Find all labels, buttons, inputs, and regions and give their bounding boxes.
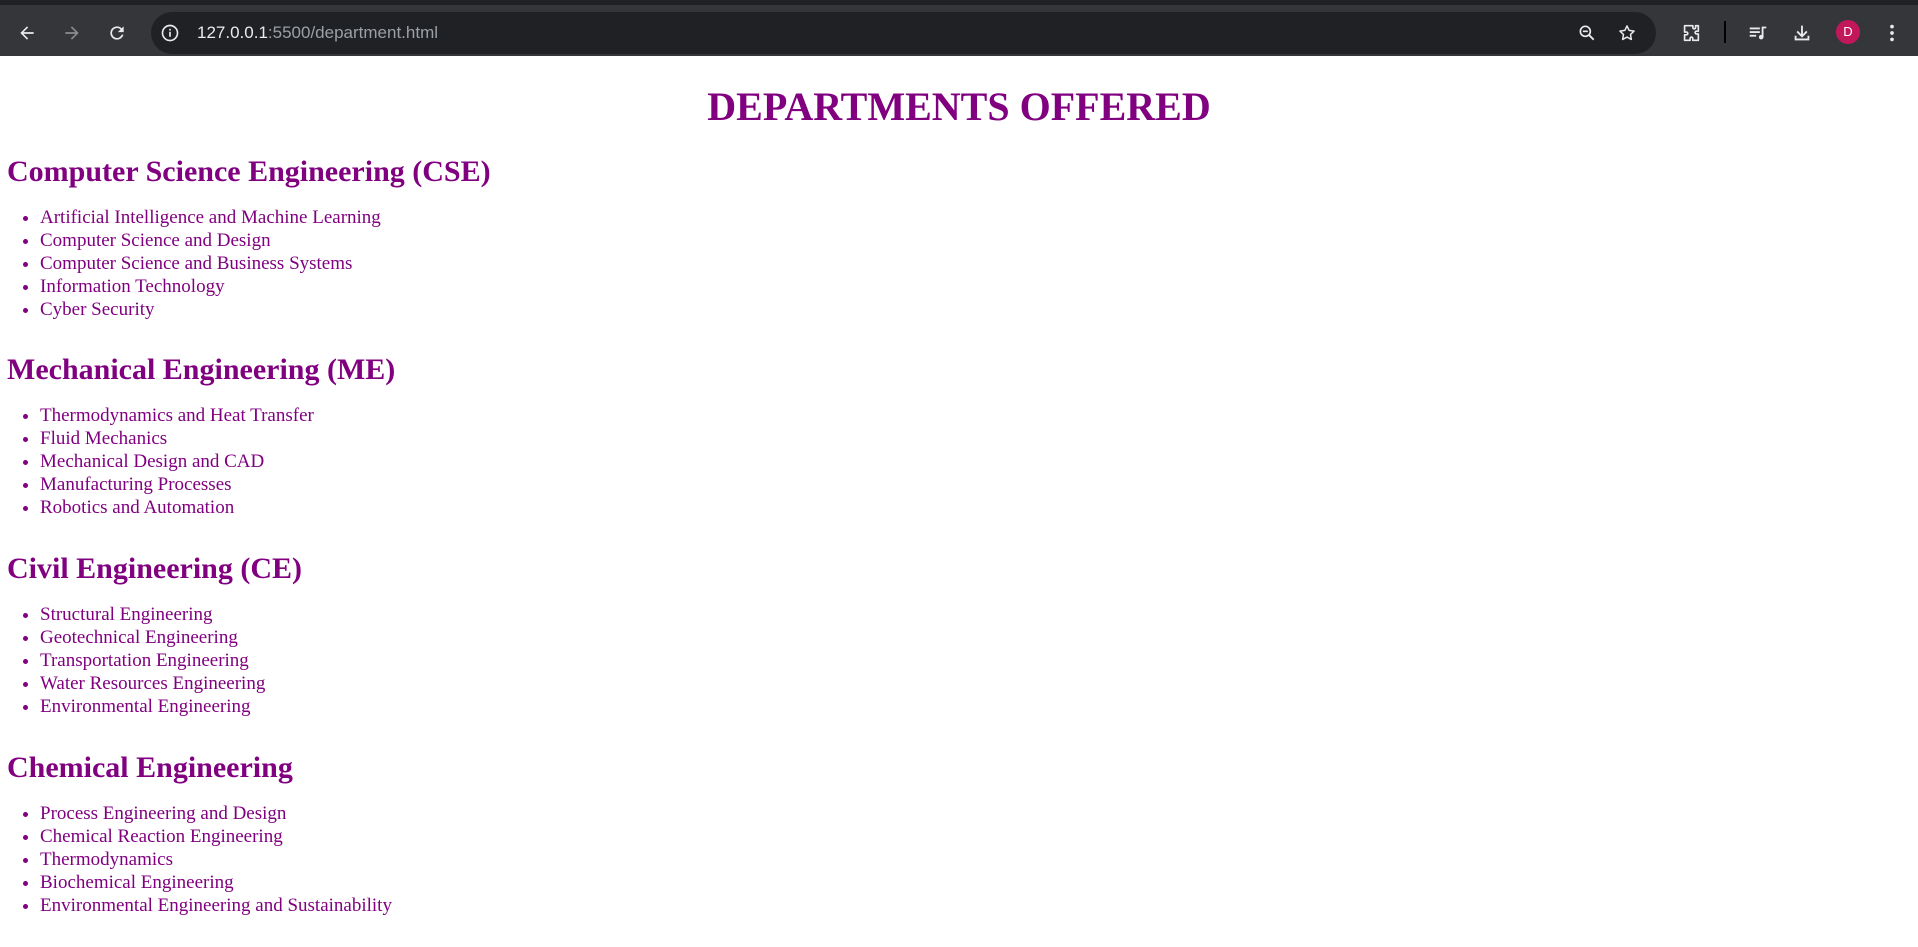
download-icon xyxy=(1794,25,1810,41)
back-button[interactable] xyxy=(12,18,42,48)
list-item: Biochemical Engineering xyxy=(40,871,907,894)
list-item: Water Resources Engineering xyxy=(40,672,907,695)
menu-button[interactable] xyxy=(1879,20,1905,46)
list-item: Artificial Intelligence and Machine Lear… xyxy=(40,206,907,229)
department-ce: Civil Engineering (CE) Structural Engine… xyxy=(7,551,907,718)
puzzle-icon xyxy=(1683,24,1700,42)
department-chemical: Chemical Engineering Process Engineering… xyxy=(7,750,907,917)
list-item: Chemical Reaction Engineering xyxy=(40,825,907,848)
list-item: Thermodynamics xyxy=(40,848,907,871)
extensions-button[interactable] xyxy=(1678,20,1704,46)
media-queue-icon xyxy=(1749,26,1767,40)
specialization-list: Artificial Intelligence and Machine Lear… xyxy=(7,206,907,321)
downloads-button[interactable] xyxy=(1789,20,1815,46)
zoom-out-icon[interactable] xyxy=(1577,23,1597,43)
browser-toolbar: 127.0.0.1:5500/department.html D xyxy=(0,0,1918,56)
list-item: Computer Science and Design xyxy=(40,229,907,252)
list-item: Process Engineering and Design xyxy=(40,802,907,825)
department-title: Civil Engineering (CE) xyxy=(7,552,303,585)
department-cse: Computer Science Engineering (CSE) Artif… xyxy=(7,154,907,321)
list-item: Fluid Mechanics xyxy=(40,427,907,450)
specialization-list: Process Engineering and Design Chemical … xyxy=(7,802,907,917)
list-item: Manufacturing Processes xyxy=(40,473,907,496)
arrow-right-icon xyxy=(65,26,79,40)
list-item: Cyber Security xyxy=(40,298,907,321)
media-button[interactable] xyxy=(1745,20,1771,46)
profile-avatar[interactable]: D xyxy=(1836,20,1860,44)
department-title: Chemical Engineering xyxy=(7,751,293,784)
url-path: :5500/department.html xyxy=(267,23,439,42)
arrow-left-icon xyxy=(20,26,34,40)
specialization-list: Structural Engineering Geotechnical Engi… xyxy=(7,603,907,718)
toolbar-divider xyxy=(1724,21,1726,43)
address-bar[interactable]: 127.0.0.1:5500/department.html xyxy=(151,12,1656,54)
list-item: Computer Science and Business Systems xyxy=(40,252,907,275)
list-item: Structural Engineering xyxy=(40,603,907,626)
star-icon[interactable] xyxy=(1617,23,1637,43)
department-me: Mechanical Engineering (ME) Thermodynami… xyxy=(7,352,907,519)
department-title: Mechanical Engineering (ME) xyxy=(7,353,396,386)
page-content: DEPARTMENTS OFFERED Computer Science Eng… xyxy=(0,56,1918,947)
list-item: Geotechnical Engineering xyxy=(40,626,907,649)
page-title: DEPARTMENTS OFFERED xyxy=(707,84,1211,129)
reload-button[interactable] xyxy=(102,18,132,48)
reload-icon xyxy=(110,26,124,40)
list-item: Transportation Engineering xyxy=(40,649,907,672)
kebab-menu-icon xyxy=(1890,24,1894,42)
list-item: Information Technology xyxy=(40,275,907,298)
url-text[interactable]: 127.0.0.1:5500/department.html xyxy=(197,12,438,54)
info-icon[interactable] xyxy=(160,23,180,43)
forward-button[interactable] xyxy=(57,18,87,48)
list-item: Robotics and Automation xyxy=(40,496,907,519)
list-item: Thermodynamics and Heat Transfer xyxy=(40,404,907,427)
list-item: Mechanical Design and CAD xyxy=(40,450,907,473)
url-host: 127.0.0.1 xyxy=(197,23,268,42)
department-title: Computer Science Engineering (CSE) xyxy=(7,155,491,188)
list-item: Environmental Engineering xyxy=(40,695,907,718)
list-item: Environmental Engineering and Sustainabi… xyxy=(40,894,907,917)
specialization-list: Thermodynamics and Heat Transfer Fluid M… xyxy=(7,404,907,519)
